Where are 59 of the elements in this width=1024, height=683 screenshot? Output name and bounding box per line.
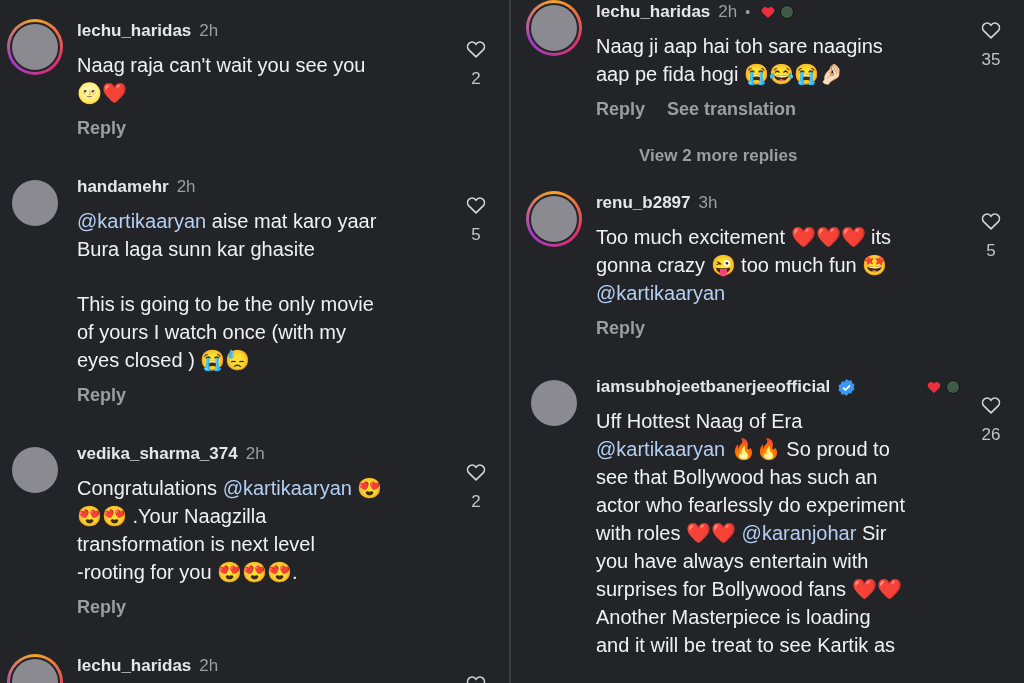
comment-time: 2h xyxy=(245,443,265,466)
comment-text-line: aap pe fida hogi 😭😂😭🤌🏻 xyxy=(596,62,845,87)
avatar[interactable] xyxy=(7,19,63,75)
reply-action-link[interactable]: Reply xyxy=(77,114,127,142)
username[interactable]: handamehr xyxy=(77,174,169,200)
comment-text-line: Another Masterpiece is loading xyxy=(596,605,872,630)
comment-text-line: actor who fearlessly do experiment xyxy=(596,493,907,518)
like-count: 5 xyxy=(471,224,481,246)
avatar[interactable] xyxy=(526,191,582,247)
username[interactable]: iamsubhojeetbanerjeeofficial xyxy=(596,374,831,400)
comment-time: 2h xyxy=(718,1,738,24)
comment-text-line: transformation is next level xyxy=(77,532,316,557)
comment-text-line: eyes closed ) 😭😓 xyxy=(77,348,252,373)
comment-text-line: Uff Hottest Naag of Era xyxy=(596,409,804,434)
like-count: 35 xyxy=(981,49,1001,71)
reply-action-link[interactable]: See translation xyxy=(667,95,797,123)
comment-text-line: with roles ❤❤ @karanjohar Sir xyxy=(596,521,888,546)
comment-text-line: @kartikaaryan aise mat karo yaar xyxy=(77,209,378,234)
reply-action-link[interactable]: Reply xyxy=(77,593,127,621)
separator-dot: • xyxy=(745,2,751,22)
comment-text-line: Bura laga sunn kar ghasite xyxy=(77,237,316,262)
mention-link[interactable]: @kartikaaryan xyxy=(596,438,726,460)
username[interactable]: vedika_sharma_374 xyxy=(77,441,238,467)
comment-text-line: -rooting for you 😍😍😍. xyxy=(77,560,299,585)
comment-time: 2h xyxy=(199,20,219,43)
mention-link[interactable]: @kartikaaryan xyxy=(77,210,207,232)
like-count: 26 xyxy=(981,424,1001,446)
username[interactable]: lechu_haridas xyxy=(596,0,711,25)
like-count: 2 xyxy=(471,491,481,513)
comment-text-line: Naag ji aap hai toh sare naagins xyxy=(596,34,884,59)
view-replies-link[interactable]: View 2 more replies xyxy=(639,144,798,168)
reply-action-link[interactable]: Reply xyxy=(77,381,127,409)
comment-text-line: 🌝❤ xyxy=(77,81,128,106)
comment-time: 2h xyxy=(199,655,219,678)
comment-text-line: and it will be treat to see Kartik as xyxy=(596,633,897,658)
avatar[interactable] xyxy=(526,0,582,56)
comment-text-line: This is going to be the only movie xyxy=(77,292,375,317)
comment-time: 3h xyxy=(698,192,718,215)
username[interactable]: lechu_haridas xyxy=(77,653,192,679)
reply-action-link[interactable]: Reply xyxy=(596,314,646,342)
comment-text-line: Congratulations @kartikaaryan 😍 xyxy=(77,476,384,501)
comment-text-line: 😍😍 .Your Naagzilla xyxy=(77,504,268,529)
comment-text-line: surprises for Bollywood fans ❤❤ xyxy=(596,577,903,602)
mention-link[interactable]: @kartikaaryan xyxy=(222,477,352,499)
mention-link[interactable]: @karanjohar xyxy=(741,522,857,544)
comment-text-line: of yours I watch once (with my xyxy=(77,320,347,345)
like-count: 5 xyxy=(986,240,996,262)
comment-time: 2h xyxy=(176,176,196,199)
comment-text-line: gonna crazy 😜 too much fun 🤩 xyxy=(596,253,889,279)
comment-text-line: Too much excitement ❤❤❤ its xyxy=(596,225,893,250)
reply-action-link[interactable]: Reply xyxy=(596,95,646,123)
username[interactable]: lechu_haridas xyxy=(77,18,192,44)
like-count: 2 xyxy=(471,68,481,90)
username[interactable]: renu_b2897 xyxy=(596,190,691,216)
mention-link[interactable]: @kartikaaryan xyxy=(596,279,726,307)
comment-text-line: @kartikaaryan 🔥🔥 So proud to xyxy=(596,437,891,462)
comment-text-line: you have always entertain with xyxy=(596,549,870,574)
comment-text-line: Naag raja can't wait you see you xyxy=(77,53,367,78)
comment-text-line: see that Bollywood has such an xyxy=(596,465,879,490)
